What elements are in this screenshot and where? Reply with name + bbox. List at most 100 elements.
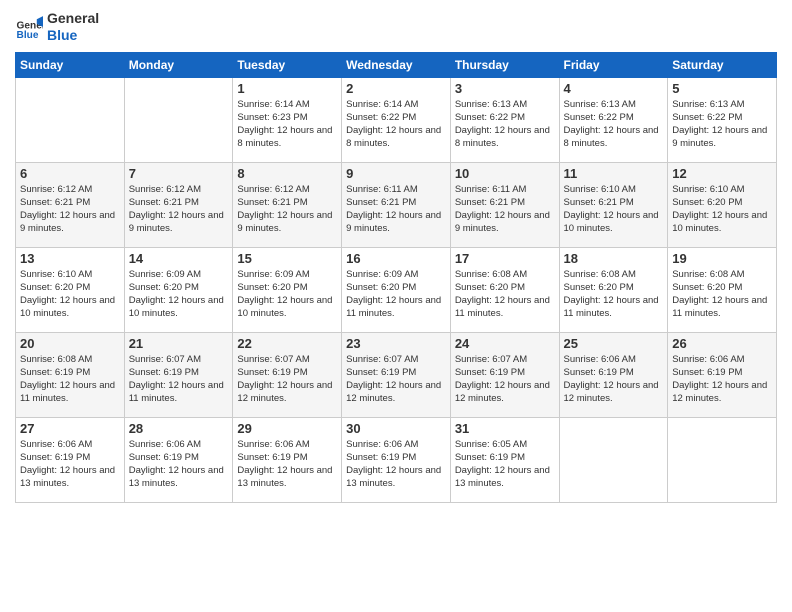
- day-number: 31: [455, 421, 555, 436]
- day-cell: 6 Sunrise: 6:12 AM Sunset: 6:21 PM Daylig…: [16, 162, 125, 247]
- day-info: Sunrise: 6:06 AM Sunset: 6:19 PM Dayligh…: [672, 353, 772, 406]
- day-info: Sunrise: 6:07 AM Sunset: 6:19 PM Dayligh…: [455, 353, 555, 406]
- logo-icon: General Blue: [15, 13, 43, 41]
- day-cell: [668, 417, 777, 502]
- day-cell: [559, 417, 668, 502]
- day-number: 8: [237, 166, 337, 181]
- weekday-header-tuesday: Tuesday: [233, 52, 342, 77]
- day-info: Sunrise: 6:12 AM Sunset: 6:21 PM Dayligh…: [20, 183, 120, 236]
- day-number: 11: [564, 166, 664, 181]
- day-number: 28: [129, 421, 229, 436]
- day-number: 30: [346, 421, 446, 436]
- day-number: 20: [20, 336, 120, 351]
- day-info: Sunrise: 6:10 AM Sunset: 6:20 PM Dayligh…: [672, 183, 772, 236]
- day-number: 5: [672, 81, 772, 96]
- day-number: 9: [346, 166, 446, 181]
- day-info: Sunrise: 6:13 AM Sunset: 6:22 PM Dayligh…: [564, 98, 664, 151]
- week-row-3: 13 Sunrise: 6:10 AM Sunset: 6:20 PM Dayli…: [16, 247, 777, 332]
- day-info: Sunrise: 6:06 AM Sunset: 6:19 PM Dayligh…: [20, 438, 120, 491]
- day-cell: 7 Sunrise: 6:12 AM Sunset: 6:21 PM Daylig…: [124, 162, 233, 247]
- logo-blue: Blue: [47, 27, 99, 44]
- week-row-5: 27Sunrise: 6:06 AM Sunset: 6:19 PM Dayli…: [16, 417, 777, 502]
- day-number: 23: [346, 336, 446, 351]
- day-number: 22: [237, 336, 337, 351]
- day-number: 26: [672, 336, 772, 351]
- day-info: Sunrise: 6:08 AM Sunset: 6:20 PM Dayligh…: [672, 268, 772, 321]
- day-number: 25: [564, 336, 664, 351]
- day-cell: 20 Sunrise: 6:08 AM Sunset: 6:19 PM Dayli…: [16, 332, 125, 417]
- day-number: 18: [564, 251, 664, 266]
- weekday-header-friday: Friday: [559, 52, 668, 77]
- week-row-1: 1Sunrise: 6:14 AM Sunset: 6:23 PM Daylig…: [16, 77, 777, 162]
- day-info: Sunrise: 6:09 AM Sunset: 6:20 PM Dayligh…: [346, 268, 446, 321]
- day-info: Sunrise: 6:14 AM Sunset: 6:23 PM Dayligh…: [237, 98, 337, 151]
- day-cell: 4 Sunrise: 6:13 AM Sunset: 6:22 PM Daylig…: [559, 77, 668, 162]
- day-cell: 12 Sunrise: 6:10 AM Sunset: 6:20 PM Dayli…: [668, 162, 777, 247]
- day-number: 12: [672, 166, 772, 181]
- day-cell: 10Sunrise: 6:11 AM Sunset: 6:21 PM Dayli…: [450, 162, 559, 247]
- day-cell: 5 Sunrise: 6:13 AM Sunset: 6:22 PM Daylig…: [668, 77, 777, 162]
- day-number: 13: [20, 251, 120, 266]
- day-number: 29: [237, 421, 337, 436]
- weekday-header-wednesday: Wednesday: [342, 52, 451, 77]
- week-row-2: 6 Sunrise: 6:12 AM Sunset: 6:21 PM Daylig…: [16, 162, 777, 247]
- day-number: 6: [20, 166, 120, 181]
- day-info: Sunrise: 6:11 AM Sunset: 6:21 PM Dayligh…: [455, 183, 555, 236]
- day-info: Sunrise: 6:09 AM Sunset: 6:20 PM Dayligh…: [237, 268, 337, 321]
- day-info: Sunrise: 6:07 AM Sunset: 6:19 PM Dayligh…: [346, 353, 446, 406]
- day-number: 16: [346, 251, 446, 266]
- day-number: 19: [672, 251, 772, 266]
- day-number: 14: [129, 251, 229, 266]
- day-info: Sunrise: 6:06 AM Sunset: 6:19 PM Dayligh…: [237, 438, 337, 491]
- day-info: Sunrise: 6:08 AM Sunset: 6:20 PM Dayligh…: [564, 268, 664, 321]
- day-number: 15: [237, 251, 337, 266]
- day-cell: 22 Sunrise: 6:07 AM Sunset: 6:19 PM Dayli…: [233, 332, 342, 417]
- day-number: 24: [455, 336, 555, 351]
- day-info: Sunrise: 6:10 AM Sunset: 6:21 PM Dayligh…: [564, 183, 664, 236]
- day-cell: 17Sunrise: 6:08 AM Sunset: 6:20 PM Dayli…: [450, 247, 559, 332]
- day-info: Sunrise: 6:12 AM Sunset: 6:21 PM Dayligh…: [237, 183, 337, 236]
- day-number: 3: [455, 81, 555, 96]
- day-info: Sunrise: 6:06 AM Sunset: 6:19 PM Dayligh…: [346, 438, 446, 491]
- day-cell: 13 Sunrise: 6:10 AM Sunset: 6:20 PM Dayli…: [16, 247, 125, 332]
- day-cell: 1Sunrise: 6:14 AM Sunset: 6:23 PM Daylig…: [233, 77, 342, 162]
- day-cell: 24 Sunrise: 6:07 AM Sunset: 6:19 PM Dayli…: [450, 332, 559, 417]
- day-info: Sunrise: 6:12 AM Sunset: 6:21 PM Dayligh…: [129, 183, 229, 236]
- day-info: Sunrise: 6:07 AM Sunset: 6:19 PM Dayligh…: [237, 353, 337, 406]
- day-number: 4: [564, 81, 664, 96]
- day-info: Sunrise: 6:07 AM Sunset: 6:19 PM Dayligh…: [129, 353, 229, 406]
- week-row-4: 20 Sunrise: 6:08 AM Sunset: 6:19 PM Dayli…: [16, 332, 777, 417]
- logo-general: General: [47, 10, 99, 27]
- day-cell: 3 Sunrise: 6:13 AM Sunset: 6:22 PM Daylig…: [450, 77, 559, 162]
- day-cell: 9 Sunrise: 6:11 AM Sunset: 6:21 PM Daylig…: [342, 162, 451, 247]
- weekday-header-thursday: Thursday: [450, 52, 559, 77]
- day-info: Sunrise: 6:13 AM Sunset: 6:22 PM Dayligh…: [455, 98, 555, 151]
- day-cell: [124, 77, 233, 162]
- weekday-header-sunday: Sunday: [16, 52, 125, 77]
- svg-text:Blue: Blue: [17, 30, 39, 41]
- day-cell: 26 Sunrise: 6:06 AM Sunset: 6:19 PM Dayli…: [668, 332, 777, 417]
- day-info: Sunrise: 6:06 AM Sunset: 6:19 PM Dayligh…: [129, 438, 229, 491]
- day-cell: 28 Sunrise: 6:06 AM Sunset: 6:19 PM Dayli…: [124, 417, 233, 502]
- day-cell: 25 Sunrise: 6:06 AM Sunset: 6:19 PM Dayli…: [559, 332, 668, 417]
- day-cell: 31 Sunrise: 6:05 AM Sunset: 6:19 PM Dayli…: [450, 417, 559, 502]
- weekday-header-saturday: Saturday: [668, 52, 777, 77]
- logo: General Blue General Blue: [15, 10, 99, 44]
- day-cell: 11 Sunrise: 6:10 AM Sunset: 6:21 PM Dayli…: [559, 162, 668, 247]
- day-cell: 23 Sunrise: 6:07 AM Sunset: 6:19 PM Dayli…: [342, 332, 451, 417]
- day-number: 2: [346, 81, 446, 96]
- day-info: Sunrise: 6:08 AM Sunset: 6:20 PM Dayligh…: [455, 268, 555, 321]
- day-info: Sunrise: 6:13 AM Sunset: 6:22 PM Dayligh…: [672, 98, 772, 151]
- calendar-table: SundayMondayTuesdayWednesdayThursdayFrid…: [15, 52, 777, 503]
- day-cell: 29 Sunrise: 6:06 AM Sunset: 6:19 PM Dayli…: [233, 417, 342, 502]
- day-info: Sunrise: 6:10 AM Sunset: 6:20 PM Dayligh…: [20, 268, 120, 321]
- weekday-header-row: SundayMondayTuesdayWednesdayThursdayFrid…: [16, 52, 777, 77]
- day-info: Sunrise: 6:11 AM Sunset: 6:21 PM Dayligh…: [346, 183, 446, 236]
- day-cell: 30 Sunrise: 6:06 AM Sunset: 6:19 PM Dayli…: [342, 417, 451, 502]
- day-number: 7: [129, 166, 229, 181]
- day-cell: 14Sunrise: 6:09 AM Sunset: 6:20 PM Dayli…: [124, 247, 233, 332]
- day-cell: 18 Sunrise: 6:08 AM Sunset: 6:20 PM Dayli…: [559, 247, 668, 332]
- day-info: Sunrise: 6:08 AM Sunset: 6:19 PM Dayligh…: [20, 353, 120, 406]
- day-info: Sunrise: 6:05 AM Sunset: 6:19 PM Dayligh…: [455, 438, 555, 491]
- day-info: Sunrise: 6:06 AM Sunset: 6:19 PM Dayligh…: [564, 353, 664, 406]
